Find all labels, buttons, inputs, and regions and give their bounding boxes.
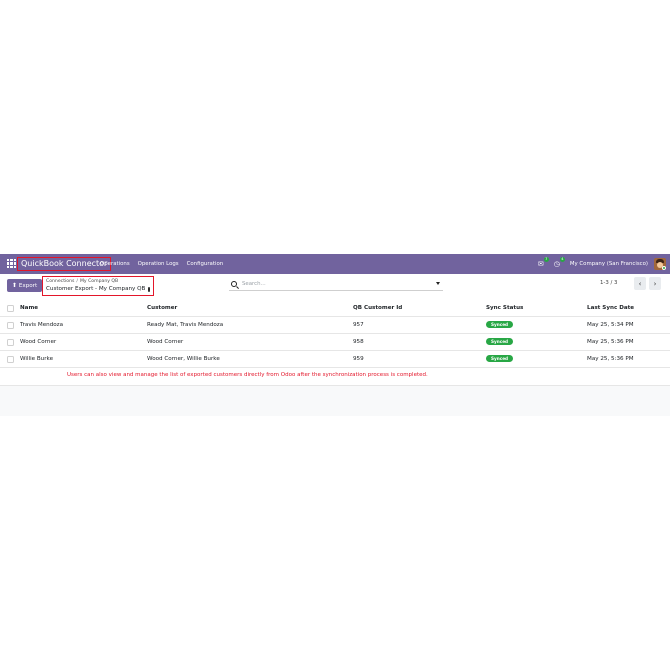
odoo-screenshot: QuickBook Connector Operations Operation… xyxy=(0,254,670,416)
table-row[interactable]: Wood Corner Wood Corner 958 Synced May 2… xyxy=(0,334,670,351)
customer-list: Name Customer QB Customer Id Sync Status… xyxy=(0,300,670,368)
chat-icon[interactable]: ✉ 7 xyxy=(538,257,549,268)
column-sync-status[interactable]: Sync Status xyxy=(486,300,523,317)
table-row[interactable]: Travis Mendoza Ready Mat, Travis Mendoza… xyxy=(0,317,670,334)
annotation-caption: Users can also view and manage the list … xyxy=(67,372,428,378)
menu-item-operation-logs[interactable]: Operation Logs xyxy=(138,261,179,267)
empty-list-area xyxy=(0,386,670,416)
cell-name: Willie Burke xyxy=(20,356,54,362)
chevron-left-icon[interactable]: ‹ xyxy=(634,277,646,290)
top-navbar: QuickBook Connector Operations Operation… xyxy=(0,254,670,274)
table-header: Name Customer QB Customer Id Sync Status… xyxy=(0,300,670,317)
select-all-checkbox[interactable] xyxy=(7,305,14,312)
clock-icon[interactable]: ◷ 4 xyxy=(554,257,565,268)
cell-qb-customer-id: 957 xyxy=(353,322,364,328)
row-checkbox[interactable] xyxy=(7,322,14,329)
cell-name: Wood Corner xyxy=(20,339,57,345)
gear-icon[interactable] xyxy=(148,286,152,292)
status-badge: Synced xyxy=(486,355,514,362)
systray: ✉ 7 ◷ 4 My Company (San Francisco) xyxy=(538,254,666,274)
column-customer[interactable]: Customer xyxy=(147,300,177,317)
row-checkbox[interactable] xyxy=(7,356,14,363)
cell-sync-status: Synced xyxy=(486,317,514,334)
cell-last-sync-date: May 25, 5:36 PM xyxy=(587,339,634,345)
cell-last-sync-date: May 25, 5:36 PM xyxy=(587,356,634,362)
cell-sync-status: Synced xyxy=(486,351,514,368)
main-menu: Operations Operation Logs Configuration xyxy=(100,254,231,274)
cell-customer: Wood Corner, Willie Burke xyxy=(147,356,220,362)
breadcrumb: Connections / My Company QB Customer Expor… xyxy=(42,276,154,296)
cell-qb-customer-id: 958 xyxy=(353,339,364,345)
column-last-sync-date[interactable]: Last Sync Date xyxy=(587,300,634,317)
chevron-down-icon[interactable] xyxy=(436,282,440,285)
column-name[interactable]: Name xyxy=(20,300,38,317)
row-checkbox[interactable] xyxy=(7,339,14,346)
current-view-title: Customer Export - My Company QB xyxy=(46,286,146,292)
activities-count-badge: 4 xyxy=(559,257,565,262)
cell-customer: Wood Corner xyxy=(147,339,184,345)
menu-item-configuration[interactable]: Configuration xyxy=(187,261,224,267)
cell-qb-customer-id: 959 xyxy=(353,356,364,362)
upload-icon: ⬆ xyxy=(11,282,17,289)
cell-sync-status: Synced xyxy=(486,334,514,351)
cell-last-sync-date: May 25, 5:34 PM xyxy=(587,322,634,328)
search-bar[interactable]: Search... xyxy=(229,278,443,291)
status-badge: Synced xyxy=(486,338,514,345)
messages-count-badge: 7 xyxy=(543,257,549,262)
search-input[interactable]: Search... xyxy=(242,281,266,287)
control-panel: ⬆ Export Connections / My Company QB Custo… xyxy=(0,274,670,300)
company-switcher[interactable]: My Company (San Francisco) xyxy=(570,261,648,267)
chevron-right-icon[interactable]: › xyxy=(649,277,661,290)
table-row[interactable]: Willie Burke Wood Corner, Willie Burke 9… xyxy=(0,351,670,368)
export-button[interactable]: ⬆ Export xyxy=(7,279,42,292)
status-badge: Synced xyxy=(486,321,514,328)
menu-item-operations[interactable]: Operations xyxy=(100,261,130,267)
user-avatar[interactable] xyxy=(654,258,666,270)
breadcrumb-connections[interactable]: Connections xyxy=(46,279,74,284)
cell-name: Travis Mendoza xyxy=(20,322,64,328)
apps-grid-icon[interactable] xyxy=(7,259,16,268)
app-title[interactable]: QuickBook Connector xyxy=(17,257,112,271)
cell-customer: Ready Mat, Travis Mendoza xyxy=(147,322,224,328)
breadcrumb-my-company-qb[interactable]: My Company QB xyxy=(80,279,118,284)
search-icon xyxy=(231,281,237,287)
pager-value[interactable]: 1-3 / 3 xyxy=(600,280,617,286)
column-qb-customer-id[interactable]: QB Customer Id xyxy=(353,300,402,317)
export-label: Export xyxy=(18,282,38,289)
